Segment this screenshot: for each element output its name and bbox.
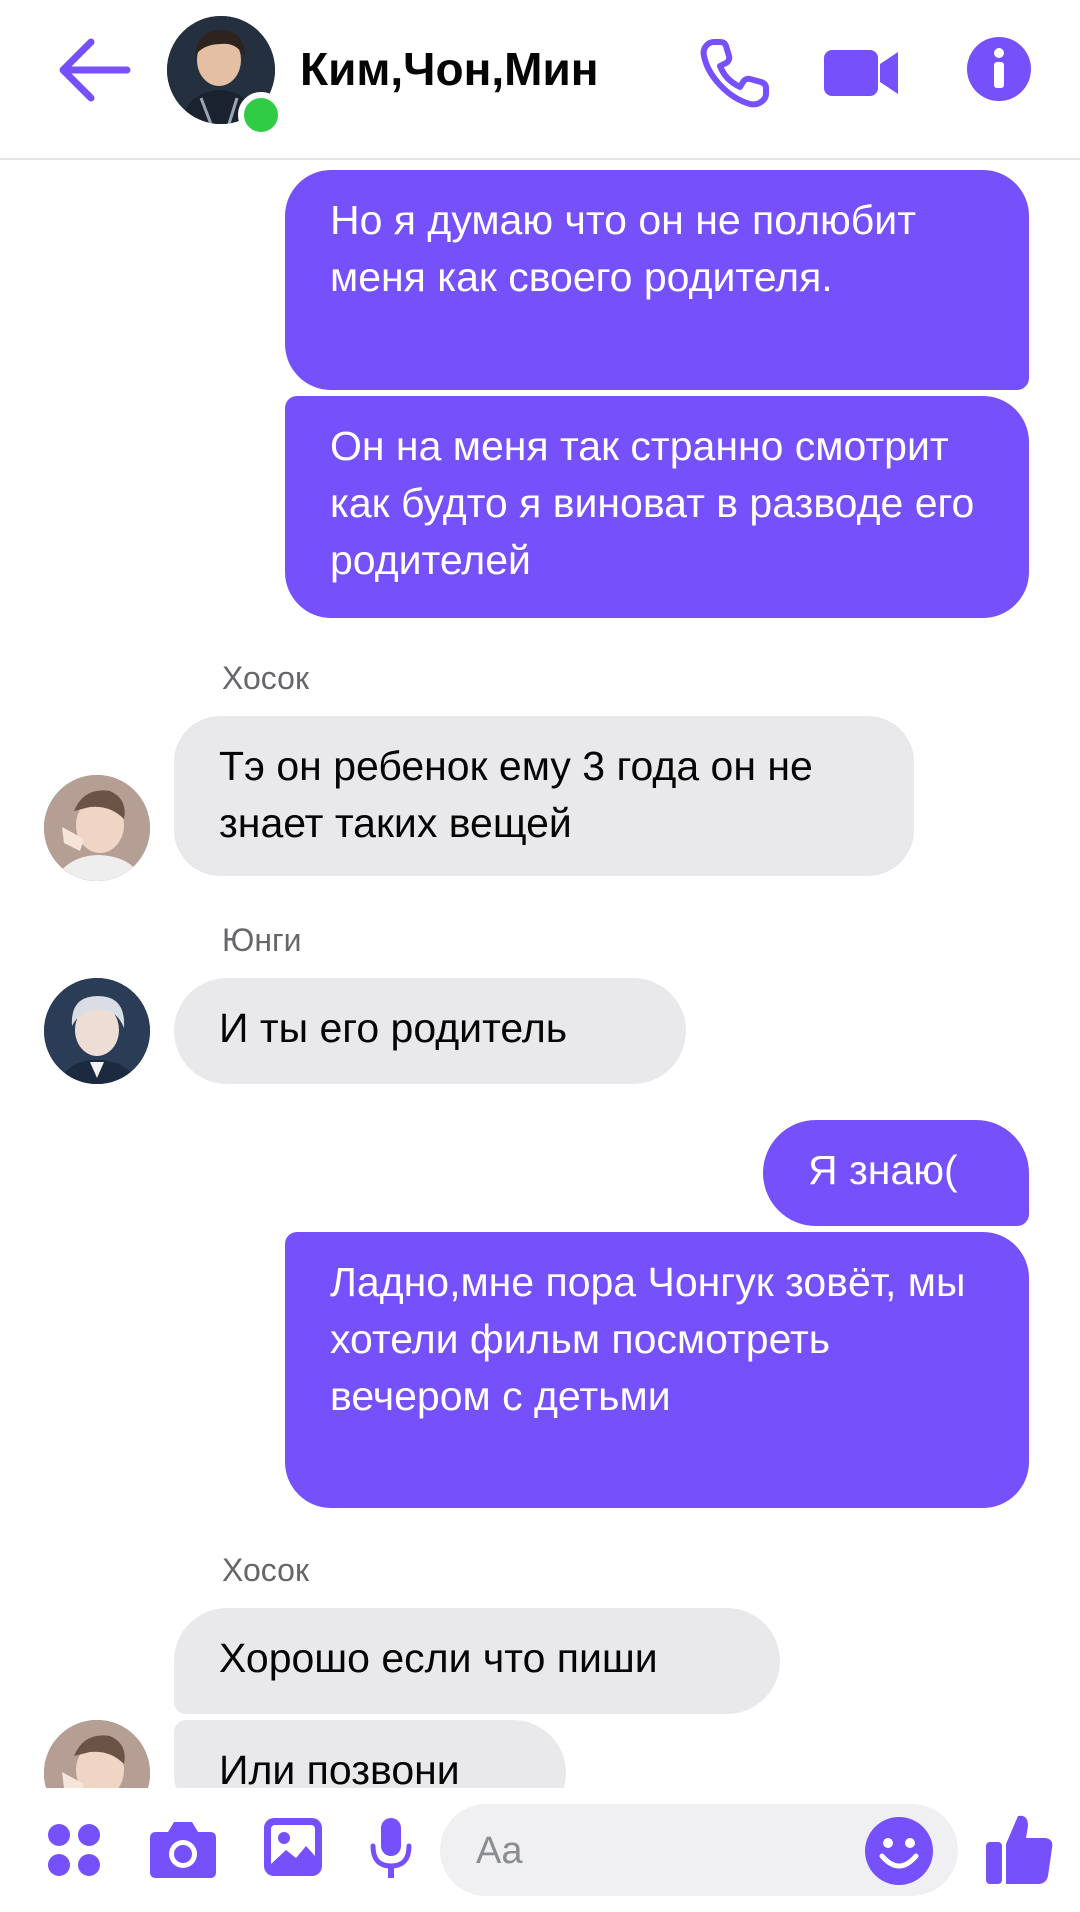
four-dots-menu-icon[interactable] bbox=[46, 1822, 102, 1878]
incoming-message[interactable]: Или позвони bbox=[174, 1720, 566, 1788]
incoming-message[interactable]: И ты его родитель bbox=[174, 978, 686, 1084]
outgoing-message[interactable]: Я знаю( bbox=[763, 1120, 1029, 1226]
online-status-indicator bbox=[238, 92, 284, 138]
microphone-icon[interactable] bbox=[370, 1816, 412, 1882]
outgoing-message[interactable]: Он на меня так странно смотрит как будто… bbox=[285, 396, 1029, 618]
incoming-message[interactable]: Тэ он ребенок ему 3 года он не знает так… bbox=[174, 716, 914, 876]
image-gallery-icon[interactable] bbox=[262, 1816, 324, 1878]
sender-avatar[interactable] bbox=[44, 775, 150, 881]
sender-name: Хосок bbox=[222, 1552, 309, 1588]
thumbs-up-icon[interactable] bbox=[984, 1810, 1056, 1886]
sender-avatar[interactable] bbox=[44, 978, 150, 1084]
chat-header: Ким,Чон,Мин bbox=[0, 0, 1080, 160]
camera-icon[interactable] bbox=[148, 1818, 218, 1880]
incoming-message[interactable]: Хорошо если что пиши bbox=[174, 1608, 780, 1714]
smiley-emoji-icon[interactable] bbox=[864, 1816, 934, 1886]
outgoing-message[interactable]: Но я думаю что он не полюбит меня как св… bbox=[285, 170, 1029, 390]
back-arrow-icon[interactable] bbox=[55, 34, 135, 106]
video-camera-icon[interactable] bbox=[822, 42, 902, 104]
chat-title[interactable]: Ким,Чон,Мин bbox=[300, 42, 599, 96]
message-input[interactable] bbox=[474, 1804, 838, 1898]
sender-avatar[interactable] bbox=[44, 1720, 150, 1788]
sender-name: Хосок bbox=[222, 660, 309, 696]
outgoing-message[interactable]: Ладно,мне пора Чонгук зовёт, мы хотели ф… bbox=[285, 1232, 1029, 1508]
phone-icon[interactable] bbox=[698, 36, 772, 110]
message-list[interactable]: Но я думаю что он не полюбит меня как св… bbox=[0, 160, 1080, 1788]
sender-name: Юнги bbox=[222, 922, 302, 958]
message-input-container[interactable] bbox=[440, 1804, 958, 1898]
message-composer bbox=[0, 1788, 1080, 1912]
info-icon[interactable] bbox=[966, 36, 1032, 102]
